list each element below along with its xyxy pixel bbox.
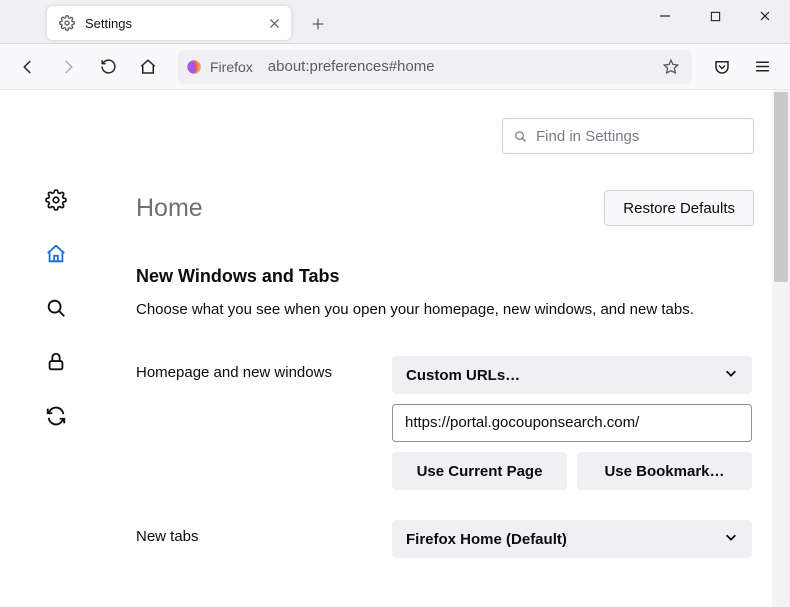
search-icon — [513, 129, 528, 144]
maximize-button[interactable] — [690, 0, 740, 32]
newtabs-mode-value: Firefox Home (Default) — [406, 531, 567, 548]
close-icon[interactable] — [265, 14, 283, 32]
sidebar-item-privacy[interactable] — [42, 348, 70, 376]
firefox-logo-icon — [186, 59, 202, 75]
chevron-down-icon — [724, 530, 738, 548]
reload-button[interactable] — [90, 51, 126, 83]
scrollbar-thumb[interactable] — [774, 92, 788, 282]
close-window-button[interactable] — [740, 0, 790, 32]
gear-icon — [59, 15, 75, 31]
title-bar: Settings — [0, 0, 790, 44]
sidebar-item-general[interactable] — [42, 186, 70, 214]
browser-tab[interactable]: Settings — [47, 6, 291, 40]
window-controls — [640, 0, 790, 44]
main-panel: Find in Settings Home Restore Defaults N… — [112, 90, 790, 607]
newtabs-mode-select[interactable]: Firefox Home (Default) — [392, 520, 752, 558]
bookmark-star-icon[interactable] — [658, 54, 684, 80]
pocket-button[interactable] — [704, 51, 740, 83]
minimize-button[interactable] — [640, 0, 690, 32]
use-bookmark-label: Use Bookmark… — [604, 463, 724, 480]
url-bar[interactable]: Firefox about:preferences#home — [178, 50, 692, 84]
homepage-url-value: https://portal.gocouponsearch.com/ — [405, 405, 739, 441]
category-sidebar — [0, 90, 112, 607]
new-tab-button[interactable] — [304, 10, 332, 38]
tab-title: Settings — [85, 16, 255, 31]
sidebar-item-search[interactable] — [42, 294, 70, 322]
search-input[interactable]: Find in Settings — [502, 118, 754, 154]
use-bookmark-button[interactable]: Use Bookmark… — [577, 452, 752, 490]
app-menu-button[interactable] — [744, 51, 780, 83]
homepage-mode-select[interactable]: Custom URLs… — [392, 356, 752, 394]
restore-defaults-button[interactable]: Restore Defaults — [604, 190, 754, 226]
page-title: Home — [136, 194, 203, 223]
sidebar-item-sync[interactable] — [42, 402, 70, 430]
use-current-page-button[interactable]: Use Current Page — [392, 452, 567, 490]
use-current-page-label: Use Current Page — [417, 463, 543, 480]
newtabs-label: New tabs — [136, 520, 374, 545]
content-area: Find in Settings Home Restore Defaults N… — [0, 90, 790, 607]
homepage-row: Homepage and new windows Custom URLs… ht… — [136, 356, 754, 490]
chevron-down-icon — [724, 366, 738, 384]
homepage-mode-value: Custom URLs… — [406, 367, 520, 384]
homepage-label: Homepage and new windows — [136, 356, 374, 381]
back-button[interactable] — [10, 51, 46, 83]
url-scheme-label: Firefox — [210, 59, 260, 75]
homepage-url-input[interactable]: https://portal.gocouponsearch.com/ — [392, 404, 752, 442]
scrollbar[interactable] — [772, 90, 790, 607]
section-heading: New Windows and Tabs — [136, 266, 754, 287]
newtabs-row: New tabs Firefox Home (Default) — [136, 520, 754, 558]
restore-defaults-label: Restore Defaults — [623, 200, 735, 217]
sidebar-bottom — [0, 535, 112, 589]
search-placeholder: Find in Settings — [536, 128, 639, 145]
nav-toolbar: Firefox about:preferences#home — [0, 44, 790, 90]
section-description: Choose what you see when you open your h… — [136, 299, 754, 320]
sidebar-item-home[interactable] — [42, 240, 70, 268]
forward-button — [50, 51, 86, 83]
home-toolbar-button[interactable] — [130, 51, 166, 83]
url-text: about:preferences#home — [268, 58, 650, 75]
